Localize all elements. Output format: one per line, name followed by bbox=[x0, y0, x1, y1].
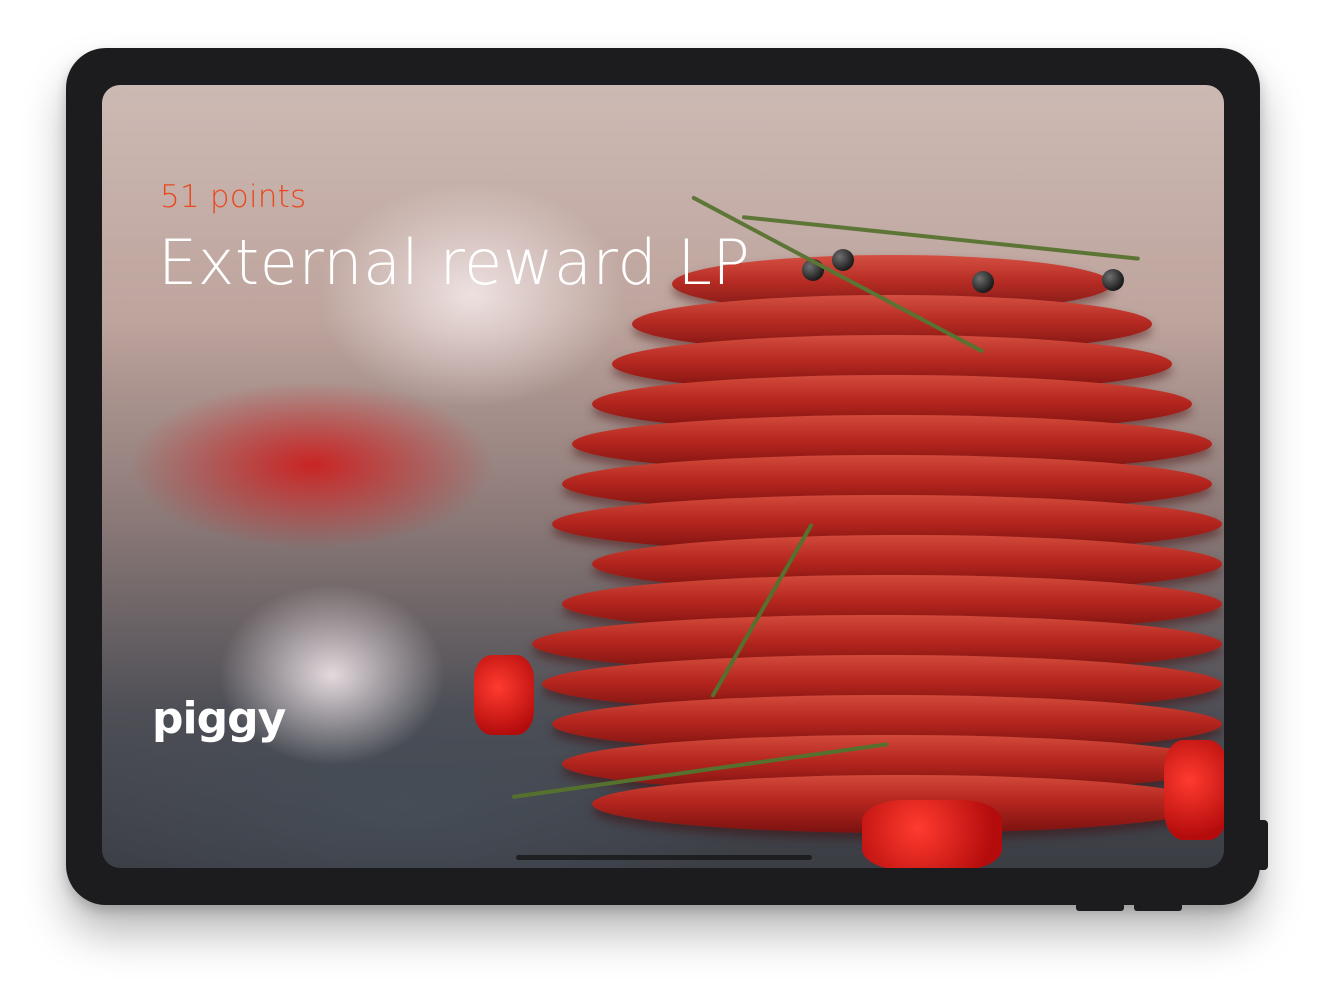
reward-screen[interactable]: 51 points External reward LP piggy bbox=[102, 85, 1224, 868]
points-label: 51 points bbox=[160, 179, 307, 215]
reward-title: External reward LP bbox=[158, 226, 751, 299]
piggy-logo: piggy bbox=[152, 693, 286, 744]
device-volume-button bbox=[1134, 903, 1182, 911]
home-indicator[interactable] bbox=[516, 855, 812, 860]
device-side-button bbox=[1258, 820, 1268, 870]
device-volume-button bbox=[1076, 903, 1124, 911]
